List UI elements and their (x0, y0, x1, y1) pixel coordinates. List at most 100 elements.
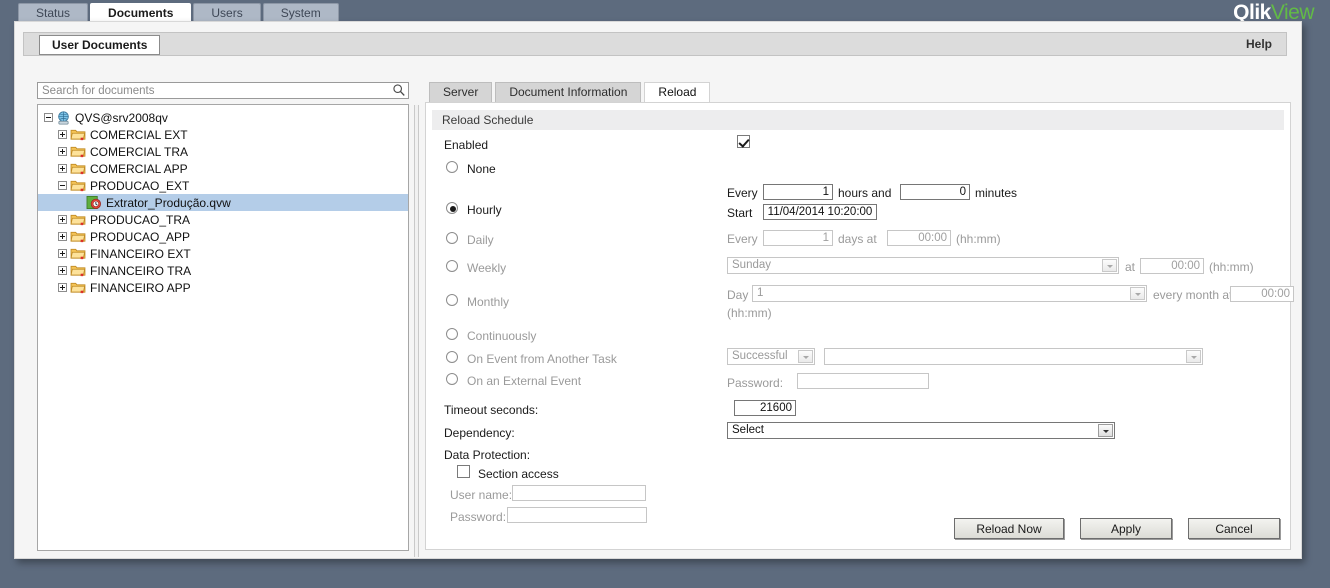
option-monthly-label: Monthly (467, 295, 510, 309)
timeout-label: Timeout seconds: (444, 403, 539, 417)
content-tab-reload[interactable]: Reload (644, 82, 711, 102)
radio-hourly[interactable] (446, 202, 458, 214)
content-tab-document-information[interactable]: Document Information (495, 82, 642, 102)
folder-icon (70, 214, 86, 226)
tree-node-root[interactable]: QVS@srv2008qv (38, 109, 408, 126)
on-event-status-select[interactable]: Successful (727, 348, 815, 365)
search-input[interactable] (37, 82, 409, 99)
help-link[interactable]: Help (1246, 37, 1272, 51)
monthly-time-input[interactable] (1230, 286, 1294, 302)
tree-node-label: COMERCIAL APP (90, 161, 188, 176)
expander-financeiro-tra[interactable] (58, 266, 67, 275)
chevron-down-icon (1098, 424, 1113, 437)
daily-days-input[interactable] (763, 230, 833, 246)
expander-producao-tra[interactable] (58, 215, 67, 224)
dependency-value: Select (732, 424, 764, 436)
weekly-time-input[interactable] (1140, 258, 1204, 274)
qvw-document-icon (86, 195, 101, 210)
option-hourly-label: Hourly (467, 203, 502, 217)
apply-button[interactable]: Apply (1080, 518, 1172, 539)
content-tab-list: Server Document Information Reload (429, 82, 1291, 102)
tree-node-label: COMERCIAL TRA (90, 144, 189, 159)
radio-continuously[interactable] (446, 328, 458, 340)
tree-node-producao-tra[interactable]: PRODUCAO_TRA (38, 211, 408, 228)
tree-node-comercial-app[interactable]: COMERCIAL APP (38, 160, 408, 177)
radio-none[interactable] (446, 161, 458, 173)
top-nav-bar: Status Documents Users System QlikView (0, 0, 1330, 24)
radio-on-event[interactable] (446, 351, 458, 363)
radio-monthly[interactable] (446, 294, 458, 306)
weekly-day-value: Sunday (732, 259, 772, 271)
tree-node-comercial-tra[interactable]: COMERCIAL TRA (38, 143, 408, 160)
radio-weekly[interactable] (446, 260, 458, 272)
expander-comercial-app[interactable] (58, 164, 67, 173)
sub-toolbar: User Documents Help (23, 32, 1287, 56)
pane-splitter[interactable] (414, 105, 419, 557)
chevron-down-icon (1130, 287, 1145, 300)
expander-financeiro-app[interactable] (58, 283, 67, 292)
tree-node-financeiro-ext[interactable]: FINANCEIRO EXT (38, 245, 408, 262)
top-tab-status[interactable]: Status (18, 3, 89, 22)
action-button-row: Reload Now Apply Cancel (954, 518, 1280, 539)
section-access-checkbox[interactable] (457, 465, 470, 478)
expander-comercial-tra[interactable] (58, 147, 67, 156)
hourly-hours-label: hours and (838, 186, 892, 200)
hourly-every-label: Every (727, 186, 758, 200)
chevron-down-icon (1102, 259, 1117, 272)
sub-tab-user-documents[interactable]: User Documents (39, 35, 161, 55)
expander-producao-app[interactable] (58, 232, 67, 241)
folder-icon (70, 282, 86, 294)
hourly-start-input[interactable] (763, 204, 877, 220)
tree-node-label: FINANCEIRO EXT (90, 246, 191, 261)
tree-node-label: FINANCEIRO APP (90, 280, 191, 295)
password-input[interactable] (507, 507, 647, 523)
top-tab-system[interactable]: System (262, 3, 339, 22)
daily-every-label: Every (727, 232, 758, 246)
weekly-format-label: (hh:mm) (1209, 260, 1254, 274)
search-bar (37, 82, 409, 99)
content-tab-server[interactable]: Server (429, 82, 493, 102)
tree-node-label: PRODUCAO_EXT (90, 178, 190, 193)
dependency-select[interactable]: Select (727, 422, 1115, 439)
reload-schedule-form: Enabled None Hourly Every hours (426, 130, 1294, 528)
server-globe-icon (58, 110, 69, 124)
reload-now-button[interactable]: Reload Now (954, 518, 1064, 539)
section-access-label: Section access (478, 467, 559, 481)
radio-daily[interactable] (446, 232, 458, 244)
option-none-label: None (467, 162, 496, 176)
top-tab-documents[interactable]: Documents (90, 3, 192, 22)
timeout-input[interactable] (734, 400, 796, 416)
enabled-checkbox[interactable] (737, 135, 750, 148)
expander-producao-ext[interactable] (58, 181, 67, 190)
top-tab-users[interactable]: Users (193, 3, 261, 22)
password-label: Password: (450, 510, 507, 524)
expander-root[interactable] (44, 113, 53, 122)
weekly-at-label: at (1125, 260, 1136, 274)
tree-node-extrator-producao[interactable]: Extrator_Produção.qvw (38, 194, 408, 211)
chevron-down-icon (1186, 350, 1201, 363)
on-event-task-select[interactable] (824, 348, 1203, 365)
document-tree[interactable]: QVS@srv2008qv COMERCIAL EXT COMERCIAL TR… (37, 104, 409, 551)
hourly-start-label: Start (727, 206, 753, 220)
tree-node-producao-app[interactable]: PRODUCAO_APP (38, 228, 408, 245)
monthly-every-month-label: every month at (1153, 288, 1233, 302)
monthly-day-select[interactable]: 1 (752, 285, 1147, 302)
hourly-minutes-input[interactable] (900, 184, 970, 200)
radio-on-external-event[interactable] (446, 373, 458, 385)
hourly-hours-input[interactable] (763, 184, 833, 200)
tree-node-producao-ext[interactable]: PRODUCAO_EXT (38, 177, 408, 194)
username-input[interactable] (512, 485, 646, 501)
monthly-day-value: 1 (757, 287, 764, 299)
daily-time-input[interactable] (887, 230, 951, 246)
weekly-day-select[interactable]: Sunday (727, 257, 1119, 274)
external-password-input[interactable] (797, 373, 929, 389)
expander-comercial-ext[interactable] (58, 130, 67, 139)
data-protection-label: Data Protection: (444, 448, 531, 462)
tree-node-financeiro-app[interactable]: FINANCEIRO APP (38, 279, 408, 296)
tree-node-comercial-ext[interactable]: COMERCIAL EXT (38, 126, 408, 143)
username-label: User name: (450, 488, 513, 502)
cancel-button[interactable]: Cancel (1188, 518, 1280, 539)
tree-node-financeiro-tra[interactable]: FINANCEIRO TRA (38, 262, 408, 279)
qmc-window: Status Documents Users System QlikView U… (0, 0, 1330, 588)
expander-financeiro-ext[interactable] (58, 249, 67, 258)
